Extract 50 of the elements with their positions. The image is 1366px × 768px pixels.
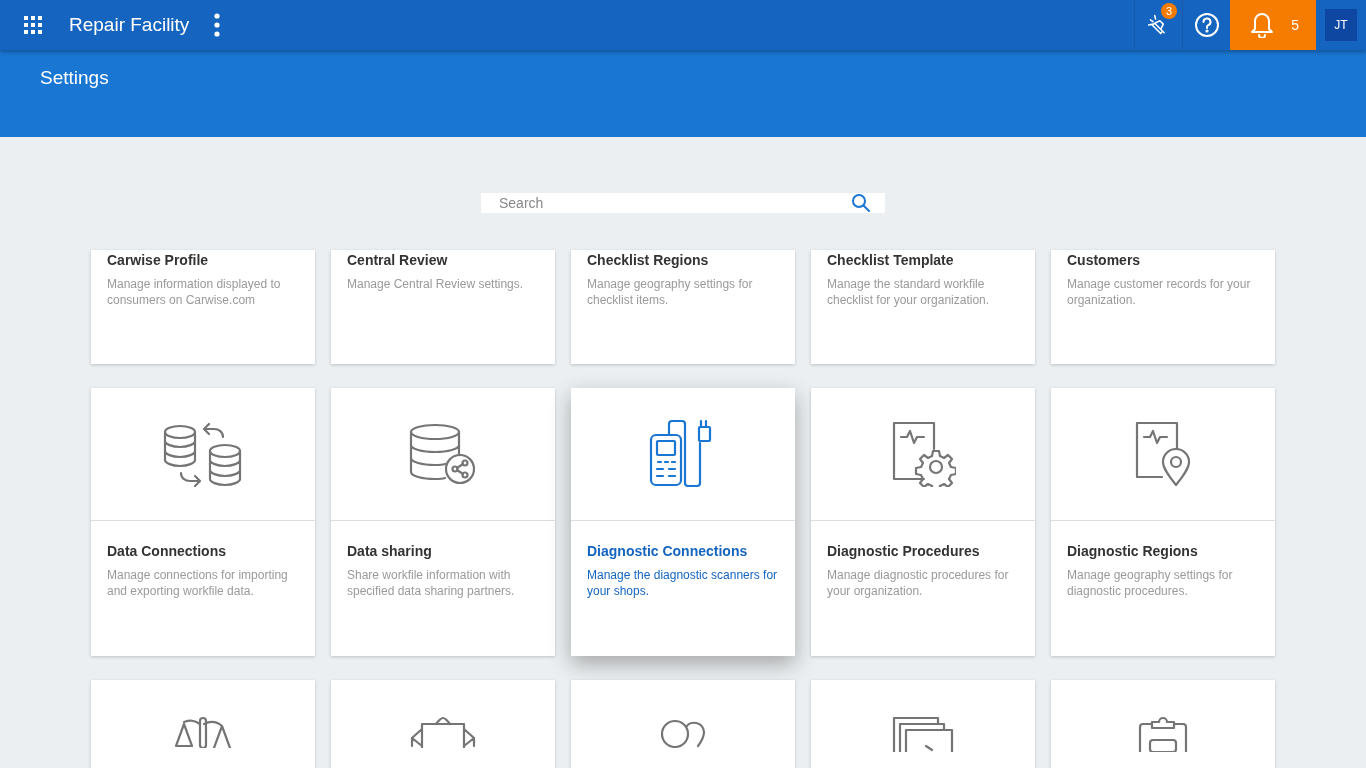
card-title: Diagnostic Regions [1067, 543, 1199, 559]
card-description: Manage diagnostic procedures for your organization. [827, 567, 1010, 599]
settings-card[interactable]: Customers Manage customer records for your organization. [1051, 250, 1275, 364]
document-gear-icon [890, 421, 956, 487]
card-description: Share workfile information with specified data sharing partners. [347, 567, 516, 599]
settings-card[interactable]: Carwise Profile Manage information displayed to consumers on Carwise.com [91, 250, 315, 364]
page-title: Settings [40, 67, 110, 89]
kebab-icon [214, 13, 221, 37]
settings-card[interactable]: Diagnostic Regions Manage geography settings for diagnostic procedures. [1051, 388, 1275, 656]
card-description: Manage geography settings for checklist items. [587, 276, 754, 308]
settings-card[interactable] [91, 680, 315, 768]
envelope-icon [410, 716, 476, 748]
document-location-icon [1134, 421, 1192, 487]
grid-icon [24, 16, 42, 34]
settings-card[interactable]: Diagnostic Procedures Manage diagnostic procedures for your organization. [811, 388, 1035, 656]
card-description: Manage geography settings for diagnostic procedures. [1067, 567, 1234, 599]
search-field[interactable]: Search [481, 193, 885, 213]
database-sync-icon [163, 421, 243, 487]
user-avatar[interactable]: JT [1325, 9, 1357, 41]
card-title: Data sharing [347, 543, 433, 559]
settings-card[interactable]: Diagnostic Connections Manage the diagnostic scanners for your shops. [571, 388, 795, 656]
card-title: Diagnostic Procedures [827, 543, 981, 559]
card-description: Manage connections for importing and exporting workfile data. [107, 567, 289, 599]
card-description: Manage Central Review settings. [347, 276, 525, 292]
settings-card[interactable]: Checklist Template Manage the standard workfile checklist for your organization. [811, 250, 1035, 364]
card-description: Manage customer records for your organization. [1067, 276, 1252, 308]
settings-card[interactable] [811, 680, 1035, 768]
settings-card[interactable]: Central Review Manage Central Review settings. [331, 250, 555, 364]
card-title: Central Review [347, 252, 449, 268]
card-title: Checklist Template [827, 252, 955, 268]
card-description: Manage information displayed to consumers on Carwise.com [107, 276, 282, 308]
documents-icon [892, 716, 954, 752]
app-title: Repair Facility [69, 14, 190, 36]
help-icon [1193, 12, 1220, 38]
card-title: Checklist Regions [587, 252, 710, 268]
card-title: Data Connections [107, 543, 227, 559]
clipboard-icon [1138, 716, 1188, 752]
scale-icon [172, 716, 234, 748]
card-title: Customers [1067, 252, 1142, 268]
bell-icon [1251, 12, 1274, 38]
card-title: Diagnostic Connections [587, 543, 749, 559]
card-description: Manage the standard workfile checklist for your organization. [827, 276, 991, 308]
database-share-icon [409, 423, 477, 485]
search-icon[interactable] [851, 193, 871, 213]
card-description: Manage the diagnostic scanners for your shops. [587, 567, 779, 599]
settings-card[interactable]: Data sharing Share workfile information with specified data sharing partners. [331, 388, 555, 656]
card-title: Carwise Profile [107, 252, 210, 268]
announcements-badge: 3 [1161, 3, 1177, 19]
settings-card[interactable]: Checklist Regions Manage geography settings for checklist items. [571, 250, 795, 364]
settings-card[interactable]: Data Connections Manage connections for importing and exporting workfile data. [91, 388, 315, 656]
